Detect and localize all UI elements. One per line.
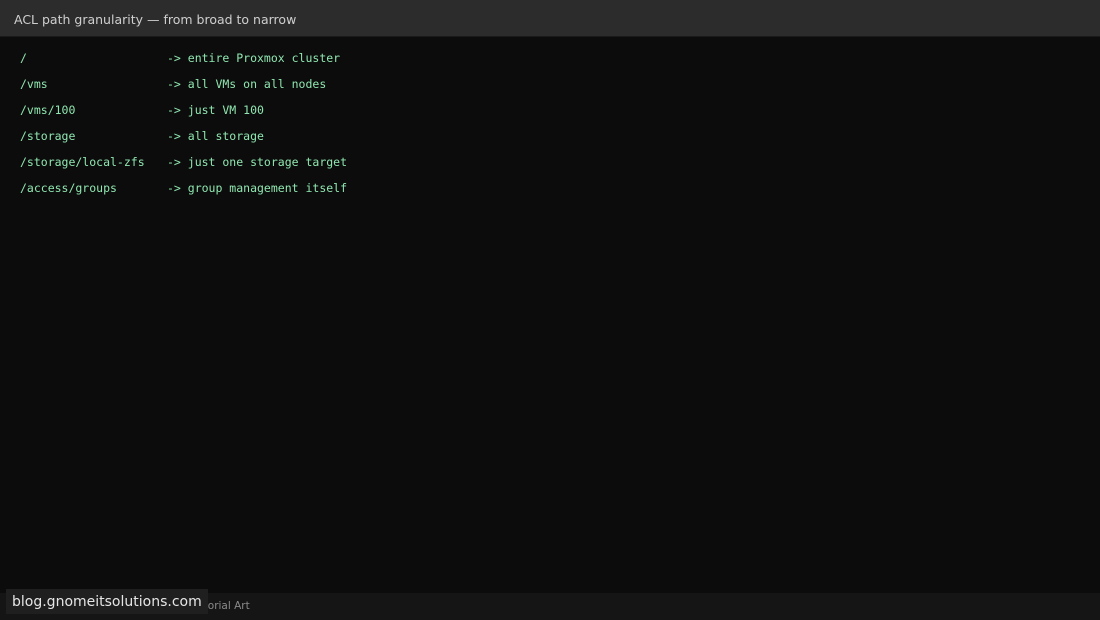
acl-description: -> all storage bbox=[167, 129, 264, 143]
window-title: ACL path granularity — from broad to nar… bbox=[14, 12, 297, 27]
terminal-line: /vms -> all VMs on all nodes bbox=[20, 76, 326, 102]
watermark-label: blog.gnomeitsolutions.com bbox=[6, 589, 208, 614]
acl-description: -> just one storage target bbox=[167, 155, 348, 169]
acl-path: /vms bbox=[20, 77, 48, 91]
acl-path: / bbox=[20, 51, 27, 65]
title-bar[interactable]: ACL path granularity — from broad to nar… bbox=[0, 0, 1100, 37]
terminal-line: /storage/local-zfs -> just one storage t… bbox=[20, 154, 347, 180]
terminal-line: / -> entire Proxmox cluster bbox=[20, 50, 340, 76]
terminal-line: /access/groups -> group management itsel… bbox=[20, 180, 347, 206]
acl-path: /access/groups bbox=[20, 181, 117, 195]
acl-description: -> group management itself bbox=[167, 181, 348, 195]
acl-description: -> all VMs on all nodes bbox=[167, 77, 327, 91]
terminal-output[interactable]: / -> entire Proxmox cluster /vms -> all … bbox=[20, 50, 347, 206]
acl-path: /storage bbox=[20, 129, 76, 143]
acl-description: -> just VM 100 bbox=[167, 103, 264, 117]
terminal-line: /vms/100 -> just VM 100 bbox=[20, 102, 264, 128]
terminal-window: ACL path granularity — from broad to nar… bbox=[0, 0, 1100, 620]
acl-path: /vms/100 bbox=[20, 103, 76, 117]
acl-path: /storage/local-zfs bbox=[20, 155, 145, 169]
terminal-line: /storage -> all storage bbox=[20, 128, 264, 154]
acl-description: -> entire Proxmox cluster bbox=[167, 51, 341, 65]
